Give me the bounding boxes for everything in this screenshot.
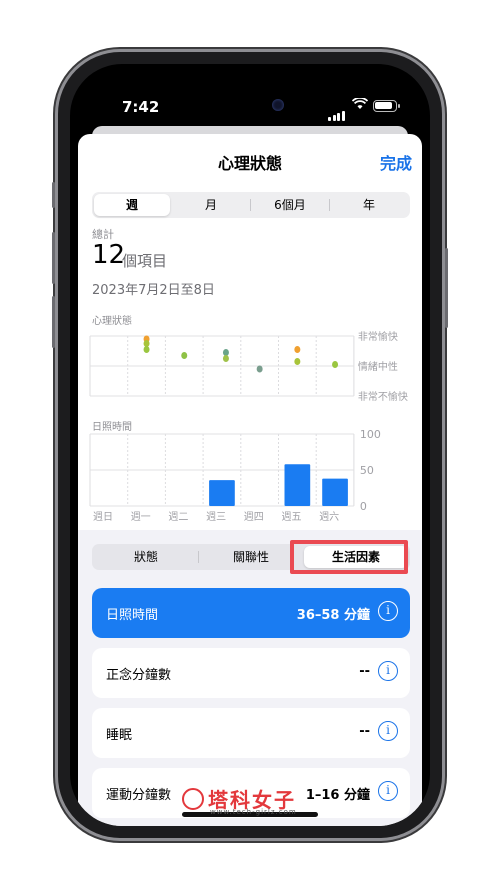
mood-point [143,340,150,347]
mood-y-label: 非常不愉快 [358,390,408,403]
mood-chart-grid [89,335,355,397]
entry-count-unit: 個項目 [122,252,168,270]
mood-point [222,349,229,356]
date-range: 2023年7月2日至8日 [92,283,215,298]
entry-count: 12 [92,240,126,270]
watermark-logo-icon [182,788,204,810]
factors-area: 狀態 關聯性 生活因素 日照時間 36–58 分鐘 i 正念分鐘數 -- i 睡… [78,530,422,826]
factor-name: 日照時間 [106,608,159,623]
period-segmented-control: 週 月 6個月 年 [92,192,410,218]
info-icon[interactable]: i [378,781,398,801]
tab-week[interactable]: 週 [94,194,170,216]
wifi-icon [351,97,369,114]
daylight-chart-title: 日照時間 [92,421,132,433]
mood-point [181,352,188,359]
daylight-chart-x-labels: 週日 週一 週二 週三 週四 週五 週六 [93,511,339,523]
daylight-x-label: 週六 [319,511,339,523]
tab-6-months[interactable]: 6個月 [251,192,329,218]
mental-state-sheet: 心理狀態 完成 週 月 6個月 年 總計 12 個項目 2023年7月2日至8日… [78,134,422,826]
factor-name: 運動分鐘數 [106,788,172,803]
daylight-x-label: 週四 [244,511,264,523]
volume-down-button [52,296,55,348]
mood-point [332,361,339,368]
battery-icon [373,100,400,112]
power-button [445,248,448,328]
tab-associations[interactable]: 關聯性 [199,544,303,570]
done-button[interactable]: 完成 [380,150,412,174]
tab-month[interactable]: 月 [172,192,250,218]
signal-icon [328,102,346,121]
daylight-bar [284,464,311,506]
volume-up-button [52,232,55,284]
info-icon[interactable]: i [378,721,398,741]
mood-y-label: 情緒中性 [358,360,398,373]
mood-point [222,355,229,362]
daylight-x-label: 週二 [168,511,188,523]
daylight-bar [322,478,348,506]
mood-point [294,346,301,353]
factor-value: 36–58 分鐘 [296,608,370,623]
daylight-y-tick: 0 [360,500,367,513]
factor-value: -- [359,664,370,679]
mood-point [256,365,263,373]
mood-chart-y-labels: 非常愉快情緒中性非常不愉快 [358,330,408,403]
daylight-x-label: 週三 [206,511,226,523]
info-icon[interactable]: i [378,661,398,681]
daylight-x-label: 週日 [93,511,113,523]
tab-year[interactable]: 年 [330,192,408,218]
daylight-x-label: 週五 [282,511,302,523]
watermark: 塔科女子 www.tech-girlz.com [178,784,338,820]
page-title: 心理狀態 [217,154,282,173]
highlight-box [290,540,408,574]
status-bar: 7:42 [70,64,430,124]
factor-row-mindful-minutes[interactable]: 正念分鐘數 -- i [92,648,410,698]
watermark-url: www.tech-girlz.com [210,808,297,816]
daylight-x-label: 週一 [131,511,151,523]
mood-point [294,358,301,365]
dynamic-island [198,90,302,120]
factor-row-daylight[interactable]: 日照時間 36–58 分鐘 i [92,588,410,638]
mute-switch [52,182,55,208]
factor-row-sleep[interactable]: 睡眠 -- i [92,708,410,758]
factor-name: 正念分鐘數 [106,668,172,683]
daylight-chart-y-ticks: 100 50 0 [360,428,381,513]
daylight-bar [209,480,235,506]
info-icon[interactable]: i [378,601,398,621]
daylight-y-tick: 100 [360,428,381,441]
factor-value: -- [359,724,370,739]
camera-icon [272,99,284,111]
daylight-y-tick: 50 [360,464,374,477]
status-time: 7:42 [122,98,160,116]
mood-y-label: 非常愉快 [358,330,398,343]
tab-state[interactable]: 狀態 [94,544,198,570]
screen: 7:42 心理狀態 完成 週 月 6個月 年 總計 12 個項目 2023年7月… [70,64,430,826]
mood-point [143,346,150,353]
charts-area: 心理狀態 非常愉快情緒中性非常不愉快 日照時間 100500 週日 週一 週二 週三週… [89,314,408,523]
factor-name: 睡眠 [106,728,133,743]
mood-chart-title: 心理狀態 [92,314,132,327]
phone-frame: 7:42 心理狀態 完成 週 月 6個月 年 總計 12 個項目 2023年7月… [52,52,448,838]
